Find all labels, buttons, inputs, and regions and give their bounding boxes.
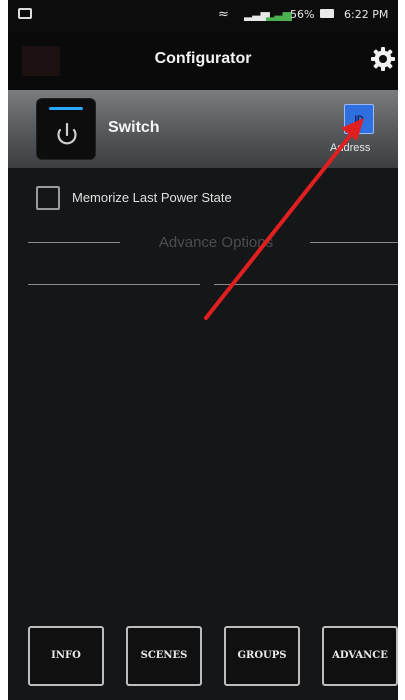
divider [28,284,200,285]
phone-frame: ≈ ▂▃▅ ▂▃▅ 56% 6:22 PM Configurator Switc… [0,0,405,700]
advance-options-heading: Advance Options [158,234,274,251]
address-button[interactable]: ID [344,104,374,134]
groups-button[interactable]: GROUPS [224,626,300,686]
memorize-option[interactable]: Memorize Last Power State [36,186,336,212]
device-name: Switch [108,119,160,136]
page-title: Configurator [154,50,252,67]
device-row[interactable]: Switch ID Address [8,90,398,168]
gear-icon[interactable] [370,46,396,72]
device-icon-tile[interactable] [36,98,96,160]
divider [310,242,398,243]
battery-icon [320,9,334,18]
divider [214,284,398,285]
clock: 6:22 PM [344,8,389,21]
app-screen: ≈ ▂▃▅ ▂▃▅ 56% 6:22 PM Configurator Switc… [8,0,398,700]
divider [28,242,120,243]
app-bar: Configurator [8,32,398,90]
scenes-button[interactable]: SCENES [126,626,202,686]
notification-icon [18,8,32,19]
wifi-icon: ≈ [218,7,229,22]
power-icon [57,122,77,145]
signal-icon-secondary: ▂▃▅ [266,7,292,21]
memorize-label: Memorize Last Power State [72,190,232,205]
info-button[interactable]: INFO [28,626,104,686]
status-bar: ≈ ▂▃▅ ▂▃▅ 56% 6:22 PM [8,0,398,32]
advance-button[interactable]: ADVANCE [322,626,398,686]
address-label: Address [330,142,371,154]
memorize-checkbox[interactable] [36,186,60,210]
signal-icon: ▂▃▅ [244,7,270,21]
battery-percent: 56% [290,8,315,21]
